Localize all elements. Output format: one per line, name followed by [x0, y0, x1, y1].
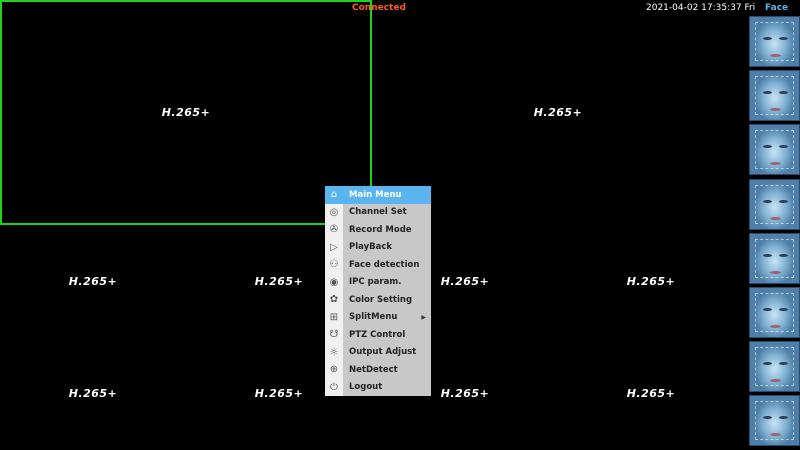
menu-item-main-menu[interactable]: ⌂ Main Menu [325, 186, 431, 204]
brightness-icon: ☼ [329, 346, 339, 358]
codec-label: H.265+ [68, 274, 118, 288]
face-thumbnail[interactable] [749, 232, 800, 284]
channel-tile-1[interactable]: H.265+ [0, 0, 372, 225]
channel-tile-3[interactable]: H.265+ [0, 225, 186, 337]
face-scan-icon: ⚇ [329, 259, 339, 271]
menu-item-ptz-control[interactable]: ☋ PTZ Control [325, 326, 431, 344]
ipc-icon: ◉ [329, 276, 339, 288]
channel-tile-7[interactable]: H.265+ [0, 337, 186, 450]
menu-item-label: IPC param. [349, 277, 402, 288]
face-thumbnail[interactable] [749, 16, 800, 67]
power-icon: ⏻ [330, 381, 338, 393]
home-icon: ⌂ [325, 189, 343, 201]
menu-item-logout[interactable]: ⏻ Logout [325, 379, 431, 397]
codec-label: H.265+ [626, 274, 676, 288]
menu-item-label: NetDetect [349, 364, 398, 375]
face-panel-title: Face [765, 3, 789, 13]
codec-label: H.265+ [254, 274, 304, 288]
ptz-camera-icon: ☋ [329, 329, 339, 341]
codec-label: H.265+ [440, 387, 490, 400]
menu-item-ipc-param[interactable]: ◉ IPC param. [325, 274, 431, 292]
menu-item-record-mode[interactable]: ✇ Record Mode [325, 221, 431, 239]
menu-item-label: SplitMenu [349, 312, 398, 323]
face-thumbnail[interactable] [749, 341, 800, 393]
menu-item-label: Record Mode [349, 224, 412, 235]
menu-item-label: Main Menu [349, 189, 402, 200]
codec-label: H.265+ [68, 387, 118, 400]
menu-item-splitmenu[interactable]: ⊞ SplitMenu ▶ [325, 309, 431, 327]
menu-item-color-setting[interactable]: ✿ Color Setting [325, 291, 431, 309]
menu-item-face-detection[interactable]: ⚇ Face detection [325, 256, 431, 274]
menu-item-channel-set[interactable]: ◎ Channel Set [325, 204, 431, 222]
submenu-arrow-icon: ▶ [421, 313, 426, 321]
palette-icon: ✿ [329, 294, 339, 306]
face-thumbnail[interactable] [749, 70, 800, 122]
menu-item-netdetect[interactable]: ⊕ NetDetect [325, 361, 431, 379]
menu-item-playback[interactable]: ▷ PlayBack [325, 239, 431, 257]
play-icon: ▷ [330, 241, 338, 253]
camera-settings-icon: ◎ [329, 206, 339, 218]
menu-item-output-adjust[interactable]: ☼ Output Adjust [325, 344, 431, 362]
film-reel-icon: ✇ [329, 224, 339, 236]
face-thumbnail[interactable] [749, 395, 800, 447]
codec-label: H.265+ [440, 274, 490, 288]
face-thumbnail[interactable] [749, 124, 800, 176]
menu-item-label: PTZ Control [349, 329, 406, 340]
grid-icon: ⊞ [329, 311, 339, 323]
menu-item-label: PlayBack [349, 242, 393, 253]
codec-label: H.265+ [254, 387, 304, 400]
menu-item-label: Output Adjust [349, 347, 417, 358]
menu-item-label: Color Setting [349, 294, 413, 305]
codec-label: H.265+ [626, 387, 676, 400]
context-menu: ⌂ Main Menu ◎ Channel Set ✇ Record Mode ▷ PlayB… [325, 186, 431, 396]
globe-icon: ⊕ [329, 364, 339, 376]
face-thumbnail[interactable] [749, 287, 800, 338]
codec-label: H.265+ [161, 106, 211, 119]
connection-status: Connected [352, 3, 406, 13]
menu-item-label: Channel Set [349, 207, 407, 218]
menu-item-label: Logout [349, 382, 383, 393]
datetime-display: 2021-04-02 17:35:37 Fri [646, 3, 756, 13]
codec-label: H.265+ [533, 106, 583, 119]
menu-item-label: Face detection [349, 259, 420, 270]
channel-tile-10[interactable]: H.265+ [558, 337, 744, 450]
face-thumbnail[interactable] [749, 178, 800, 230]
channel-tile-6[interactable]: H.265+ [558, 225, 744, 337]
